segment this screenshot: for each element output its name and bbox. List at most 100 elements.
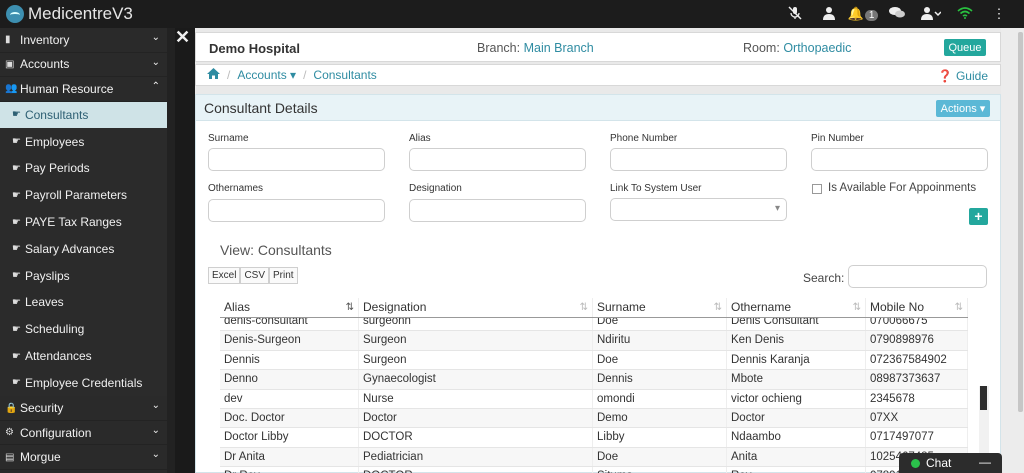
sidebar-item-inventory[interactable]: ▮ Inventory ⌄ [0, 28, 167, 53]
column-header-othername[interactable]: Othername ⇅ [727, 298, 866, 317]
table-row[interactable]: dev Nurse omondi victor ochieng 2345678 [220, 389, 968, 409]
room-label: Room: [743, 41, 780, 55]
table-row[interactable]: Doctor Libby DOCTOR Libby Ndaambo 0717497077 [220, 428, 968, 448]
phone-number-input[interactable] [610, 148, 787, 171]
link-system-user-select[interactable] [610, 198, 787, 221]
sidebar-item-label: Morgue [20, 450, 61, 465]
minimize-icon[interactable]: — [979, 455, 991, 469]
sidebar-subitem-attendances[interactable]: ☛ Attendances [0, 342, 167, 370]
cell-surname: Demo [593, 408, 727, 428]
print-button[interactable]: Print [269, 267, 298, 284]
mute-microphone-icon[interactable] [778, 5, 812, 23]
cell-othername: Doctor [727, 408, 866, 428]
hand-pointer-icon: ☛ [12, 216, 21, 228]
cell-alias: Denno [220, 370, 359, 389]
sort-desc-icon: ⇅ [345, 302, 354, 313]
table-row[interactable]: Denis-Surgeon Surgeon Ndiritu Ken Denis 0790… [220, 331, 968, 351]
phone-number-label: Phone Number [610, 133, 678, 144]
room-value: Orthopaedic [783, 41, 852, 55]
cell-designation: Gynaecologist [359, 370, 593, 389]
caret-down-icon: ▾ [290, 68, 297, 82]
table-row[interactable]: Dennis Surgeon Doe Dennis Karanja 0723675849… [220, 350, 968, 371]
actions-dropdown-button[interactable]: Actions ▾ [936, 100, 990, 117]
alias-input[interactable] [409, 148, 586, 171]
scrollbar-thumb[interactable] [980, 386, 987, 410]
cell-alias: Doc. Doctor [220, 408, 359, 428]
designation-input[interactable] [409, 199, 586, 222]
sidebar-subitem-paye-tax-ranges[interactable]: ☛ PAYE Tax Ranges [0, 208, 167, 236]
sidebar-subitem-employees[interactable]: ☛ Employees [0, 128, 167, 156]
cell-othername: Ndaambo [727, 428, 866, 447]
breadcrumb-accounts[interactable]: Accounts ▾ [237, 68, 296, 82]
table-row[interactable]: Denno Gynaecologist Dennis Mbote 08987373637 [220, 370, 968, 390]
table-body: denis-consultant surgeonn Doe Denis Consult… [220, 312, 968, 473]
sidebar-item-configuration[interactable]: ⚙ Configuration ⌄ [0, 421, 167, 446]
column-label: Mobile No [870, 300, 925, 314]
cell-alias: Dr Rey [220, 467, 359, 473]
doctor-icon[interactable] [812, 6, 846, 23]
queue-button[interactable]: Queue [944, 39, 986, 56]
sort-icon: ⇅ [713, 302, 722, 313]
sidebar-item-morgue[interactable]: ▤ Morgue ⌄ [0, 445, 167, 470]
table-row[interactable]: Dr AnitaPediatricianDoeAnita1025467485 [220, 447, 968, 468]
sort-icon: ⇅ [852, 302, 861, 313]
column-header-surname[interactable]: Surname ⇅ [593, 298, 727, 317]
close-icon[interactable]: ✕ [175, 28, 190, 46]
cell-alias: Denis-Surgeon [220, 331, 359, 350]
column-header-alias[interactable]: Alias ⇅ [220, 298, 359, 317]
sidebar-subitem-employee-credentials[interactable]: ☛ Employee Credentials [0, 369, 167, 397]
sidebar-subitem-payroll-parameters[interactable]: ☛ Payroll Parameters [0, 181, 167, 209]
table-row[interactable]: Dr ReyDOCTORSitumaRey0789123 [220, 467, 968, 473]
table-row[interactable]: Doc. Doctor Doctor Demo Doctor 07XX [220, 408, 968, 429]
more-vertical-icon[interactable]: ⋮ [982, 6, 1016, 22]
caret-down-icon: ▾ [979, 103, 986, 115]
sidebar-subitem-pay-periods[interactable]: ☛ Pay Periods [0, 155, 167, 182]
search-input[interactable] [848, 265, 987, 288]
sidebar-subitem-salary-advances[interactable]: ☛ Salary Advances [0, 235, 167, 263]
sidebar-item-human-resource[interactable]: 👥 Human Resource ⌃ [0, 77, 167, 102]
app-logo-icon [6, 5, 24, 23]
sidebar-subitem-scheduling[interactable]: ☛ Scheduling [0, 315, 167, 343]
morgue-icon: ▤ [5, 451, 15, 463]
sidebar-item-security[interactable]: 🔒 Security ⌄ [0, 396, 167, 421]
excel-button[interactable]: Excel [208, 267, 241, 284]
accounts-icon: ▣ [5, 58, 15, 70]
add-consultant-button[interactable]: + [969, 208, 988, 225]
notifications[interactable]: 🔔 1 [846, 6, 880, 22]
chevron-down-icon: ⌄ [151, 56, 160, 68]
inventory-icon: ▮ [5, 34, 11, 46]
guide-link[interactable]: ❓ Guide [938, 69, 988, 83]
breadcrumb-consultants[interactable]: Consultants [313, 68, 376, 82]
cell-mobile: 0790898976 [866, 331, 968, 350]
chevron-down-icon: ⌄ [151, 32, 160, 43]
branch-info: Branch: Main Branch [477, 41, 594, 55]
sidebar-subitem-label: Pay Periods [24, 161, 90, 176]
column-header-designation[interactable]: Designation ⇅ [359, 298, 593, 317]
pin-number-input[interactable] [811, 148, 988, 171]
othernames-input[interactable] [208, 199, 385, 222]
cell-othername: Ken Denis [727, 331, 866, 350]
surname-input[interactable] [208, 148, 385, 171]
cell-alias: Dennis [220, 350, 359, 370]
panel-title: Consultant Details [204, 100, 318, 116]
sidebar-subitem-payslips[interactable]: ☛ Payslips [0, 262, 167, 290]
column-label: Surname [597, 300, 646, 314]
csv-button[interactable]: CSV [240, 267, 270, 284]
messages-icon[interactable] [880, 6, 914, 22]
user-menu-icon[interactable] [914, 6, 948, 23]
sidebar-divider [167, 28, 175, 473]
column-header-mobile-no[interactable]: Mobile No ⇅ [866, 298, 968, 317]
home-icon[interactable] [207, 68, 220, 82]
sidebar-subitem-consultants[interactable]: ☛ Consultants [0, 101, 167, 129]
chat-widget[interactable]: Chat — [899, 453, 1002, 473]
cell-surname: Doe [593, 447, 727, 467]
sidebar-item-accounts[interactable]: ▣ Accounts ⌄ [0, 53, 167, 77]
page-scrollbar-thumb[interactable] [1018, 32, 1023, 412]
column-label: Designation [363, 300, 427, 314]
app-brand[interactable]: MedicentreV3 [0, 4, 133, 24]
sidebar-subitem-leaves[interactable]: ☛ Leaves [0, 289, 167, 316]
wifi-icon [948, 6, 982, 22]
room-info: Room: Orthopaedic [743, 41, 851, 55]
available-checkbox[interactable] [812, 184, 822, 194]
page-scrollbar[interactable] [1001, 28, 1024, 473]
